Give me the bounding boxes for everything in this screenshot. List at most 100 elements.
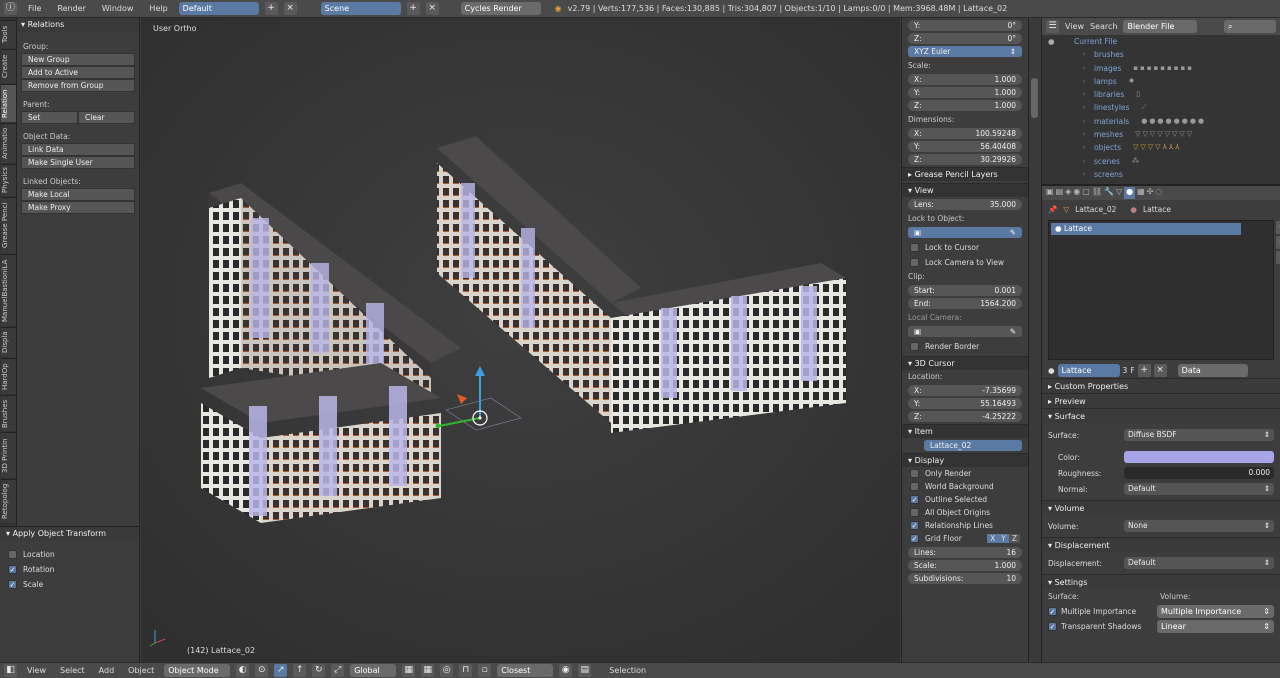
translate-icon[interactable]: ↑ <box>293 664 307 677</box>
material-link-dropdown[interactable]: Data <box>1177 363 1248 377</box>
only-render-checkbox[interactable]: Only Render <box>902 467 1028 480</box>
render-icon[interactable]: ◉ <box>559 664 573 677</box>
parent-clear-button[interactable]: Clear <box>78 111 135 124</box>
interpolation-dropdown[interactable]: Linear ⇕ <box>1157 620 1274 633</box>
tab-display[interactable]: Displa <box>1 327 16 357</box>
menu-render[interactable]: Render <box>52 4 90 13</box>
layers-icon[interactable]: ▦ <box>421 664 435 677</box>
link-data-button[interactable]: Link Data <box>21 143 135 156</box>
outliner[interactable]: ☰ View Search Blender File ⌕ ● Current Fi… <box>1042 18 1280 186</box>
data-tab-icon[interactable]: ▽ <box>1116 187 1122 199</box>
tab-3d-printing[interactable]: 3D Printin <box>1 432 16 478</box>
mode-dropdown[interactable]: Object Mode <box>164 664 231 677</box>
volume-header[interactable]: ▾ Volume <box>1042 500 1280 515</box>
scale-x-field[interactable]: X: 1.000 <box>908 74 1022 85</box>
outliner-row-linestyles[interactable]: ◦ linestyles ⟋ <box>1042 101 1280 114</box>
grid-subdivisions-field[interactable]: Subdivisions: 10 <box>908 573 1022 584</box>
lock-camera-checkbox[interactable]: Lock Camera to View <box>902 255 1028 270</box>
outliner-row-lamps[interactable]: ◦ lamps ✹ <box>1042 75 1280 88</box>
displacement-dropdown[interactable]: Default ⇕ <box>1124 557 1274 569</box>
parent-set-button[interactable]: Set <box>21 111 78 124</box>
clip-end-field[interactable]: End: 1564.200 <box>908 298 1022 309</box>
volume-dropdown[interactable]: None ⇕ <box>1124 520 1274 532</box>
constraints-tab-icon[interactable]: ⛓ <box>1092 187 1102 199</box>
make-local-button[interactable]: Make Local <box>21 188 135 201</box>
apply-scale-checkbox[interactable]: ✓ Scale <box>0 577 139 592</box>
grid-floor-checkbox[interactable]: ✓ Grid Floor X Y Z <box>902 532 1028 545</box>
scene-selector[interactable]: Scene <box>320 2 401 15</box>
render-tab-icon[interactable]: ▣ <box>1046 187 1054 199</box>
new-group-button[interactable]: New Group <box>21 53 135 66</box>
relationship-lines-checkbox[interactable]: ✓ Relationship Lines <box>902 519 1028 532</box>
surface-shader-dropdown[interactable]: Diffuse BSDF ⇕ <box>1124 429 1274 441</box>
custom-properties-header[interactable]: ▸ Custom Properties <box>1042 378 1280 393</box>
tab-animation[interactable]: Animatio <box>1 123 16 163</box>
menu-help[interactable]: Help <box>144 4 172 13</box>
outliner-row-images[interactable]: ◦ images ▪▪▪▪▪▪▪▪▪ <box>1042 62 1280 75</box>
layers-icon[interactable]: ▦ <box>402 664 416 677</box>
add-slot-icon[interactable]: + <box>1276 221 1280 234</box>
new-material-icon[interactable]: + <box>1137 363 1151 377</box>
material-tab-icon[interactable]: ● <box>1124 187 1136 199</box>
displacement-header[interactable]: ▾ Displacement <box>1042 537 1280 552</box>
checkmark-icon[interactable]: ✓ <box>1048 607 1057 616</box>
tab-retopology[interactable]: Retopolog <box>1 479 16 523</box>
outliner-search-field[interactable]: ⌕ <box>1224 20 1276 33</box>
item-header[interactable]: ▾ Item <box>902 424 1028 438</box>
outliner-row-objects[interactable]: ◦ objects ▽▽▽▽⅄⅄⅄ <box>1042 141 1280 154</box>
outliner-row-screens[interactable]: ◦ screens <box>1042 168 1280 181</box>
grid-axis-z-toggle[interactable]: Z <box>1008 534 1020 543</box>
add-layout-icon[interactable]: + <box>264 2 278 15</box>
particles-tab-icon[interactable]: ✣ <box>1147 187 1154 199</box>
material-slot-item[interactable]: ● Lattace <box>1051 223 1241 235</box>
lock-object-field[interactable]: ▣ ✎ <box>908 227 1022 238</box>
outliner-row-brushes[interactable]: ◦ brushes <box>1042 48 1280 61</box>
add-scene-icon[interactable]: + <box>406 2 420 15</box>
outliner-row-meshes[interactable]: ◦ meshes ▽▽▽▽▽▽▽▽ <box>1042 128 1280 141</box>
snap-target-dropdown[interactable]: Closest <box>497 664 554 677</box>
tab-relation[interactable]: Relation <box>1 84 16 122</box>
world-tab-icon[interactable]: ◉ <box>1073 187 1080 199</box>
slot-menu-icon[interactable]: ▾ <box>1276 251 1280 264</box>
tab-physics[interactable]: Physics <box>1 164 16 196</box>
grid-axis-x-toggle[interactable]: X <box>987 534 999 543</box>
pin-icon[interactable]: 📌 <box>1048 205 1057 214</box>
menu-select[interactable]: Select <box>56 666 89 675</box>
dimension-x-field[interactable]: X: 100.59248 <box>908 128 1022 139</box>
settings-header[interactable]: ▾ Settings <box>1042 574 1280 589</box>
render-engine-selector[interactable]: Cycles Render <box>460 2 541 15</box>
dimension-z-field[interactable]: Z: 30.29926 <box>908 154 1022 165</box>
lens-field[interactable]: Lens: 35.000 <box>908 199 1022 210</box>
menu-window[interactable]: Window <box>97 4 139 13</box>
surface-header[interactable]: ▾ Surface <box>1042 408 1280 423</box>
editor-type-icon[interactable]: ☰ <box>1046 20 1059 33</box>
material-name-field[interactable]: Lattace <box>1057 363 1120 377</box>
outliner-view-menu[interactable]: View <box>1065 22 1084 31</box>
scroll-thumb[interactable] <box>1031 78 1038 118</box>
lock-to-cursor-checkbox[interactable]: Lock to Cursor <box>902 240 1028 255</box>
local-camera-field[interactable]: ▣ ✎ <box>908 326 1022 337</box>
menu-add[interactable]: Add <box>95 666 119 675</box>
normal-dropdown[interactable]: Default ⇕ <box>1124 483 1274 495</box>
rotation-z-field[interactable]: Z: 0° <box>908 33 1022 44</box>
make-single-user-button[interactable]: Make Single User <box>21 156 135 169</box>
orientation-dropdown[interactable]: Global <box>350 664 397 677</box>
render-border-checkbox[interactable]: Render Border <box>902 339 1028 354</box>
material-slot-list[interactable]: ● Lattace + − ▾ <box>1048 220 1280 360</box>
outliner-display-mode[interactable]: Blender File <box>1123 20 1198 33</box>
modifiers-tab-icon[interactable]: 🔧 <box>1104 187 1114 199</box>
close-layout-icon[interactable]: × <box>283 2 297 15</box>
unlink-material-icon[interactable]: × <box>1153 363 1167 377</box>
tab-grease-pencil[interactable]: Grease Penci <box>1 197 16 253</box>
make-proxy-button[interactable]: Make Proxy <box>21 201 135 214</box>
outliner-row-scenes[interactable]: ◦ scenes ⁂ <box>1042 155 1280 168</box>
scale-y-field[interactable]: Y: 1.000 <box>908 87 1022 98</box>
all-object-origins-checkbox[interactable]: All Object Origins <box>902 506 1028 519</box>
view-section-header[interactable]: ▾ View <box>902 183 1028 197</box>
roughness-slider[interactable]: 0.000 <box>1124 467 1274 479</box>
add-to-active-button[interactable]: Add to Active <box>21 66 135 79</box>
proportional-edit-icon[interactable]: ◎ <box>440 664 454 677</box>
apply-rotation-checkbox[interactable]: ✓ Rotation <box>0 562 139 577</box>
outliner-search-menu[interactable]: Search <box>1090 22 1117 31</box>
rotate-icon[interactable]: ↻ <box>312 664 326 677</box>
